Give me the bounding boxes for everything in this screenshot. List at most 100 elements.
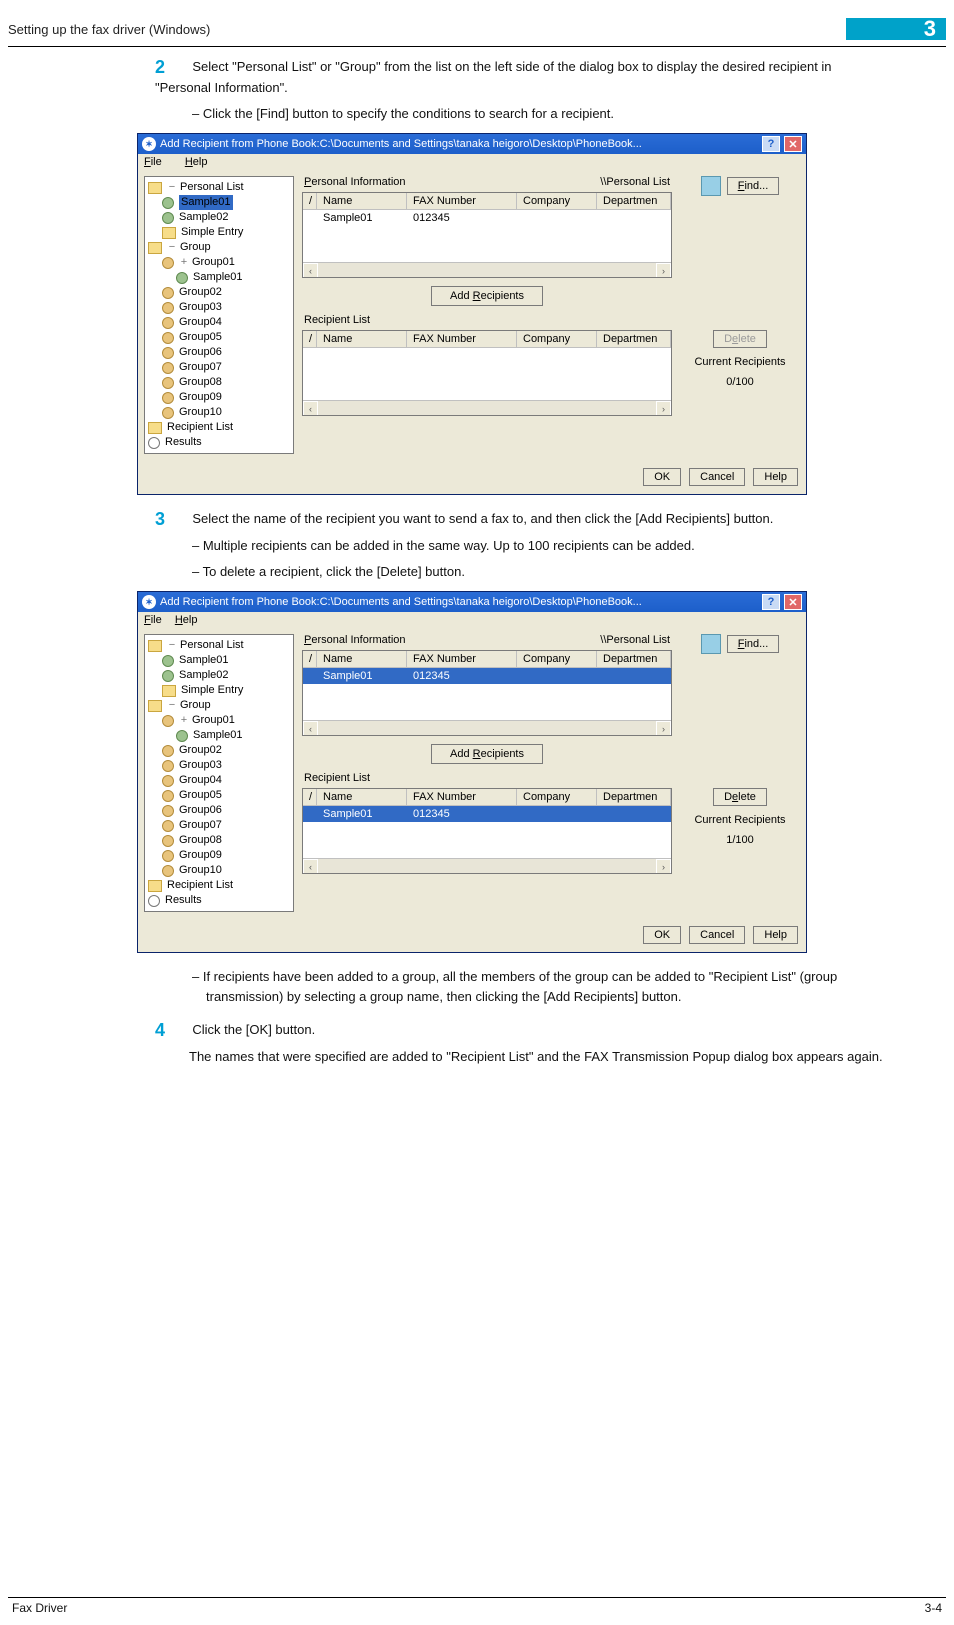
step-4-text: Click the [OK] button. — [192, 1022, 315, 1037]
step-3-number: 3 — [155, 509, 189, 530]
tree-personal-list[interactable]: −Personal List — [148, 180, 290, 195]
menu-help[interactable]: Help — [185, 156, 218, 168]
step-2-number: 2 — [155, 57, 189, 78]
step-4-paragraph: The names that were specified are added … — [189, 1047, 884, 1067]
col-dept[interactable]: Departmen — [597, 193, 671, 209]
tree-group07[interactable]: Group07 — [162, 818, 290, 833]
tree-group01-sample01[interactable]: Sample01 — [176, 728, 290, 743]
scroll-left-icon[interactable]: ‹ — [303, 263, 318, 278]
dialog-help-icon[interactable]: ? — [762, 136, 780, 152]
tree-group10[interactable]: Group10 — [162, 405, 290, 420]
tree-group10[interactable]: Group10 — [162, 863, 290, 878]
current-recipients-count: 1/100 — [726, 834, 754, 846]
tree-group02[interactable]: Group02 — [162, 285, 290, 300]
tree-recipient-list[interactable]: Recipient List — [148, 420, 290, 435]
menu-file[interactable]: File — [144, 614, 162, 626]
tree-group07[interactable]: Group07 — [162, 360, 290, 375]
tree-group03[interactable]: Group03 — [162, 758, 290, 773]
dialog-app-icon: ✶ — [142, 595, 156, 609]
footer-left: Fax Driver — [12, 1601, 67, 1615]
tree-group01[interactable]: +Group01 — [162, 255, 290, 270]
dialog-title: Add Recipient from Phone Book:C:\Documen… — [160, 596, 758, 608]
dialog-title: Add Recipient from Phone Book:C:\Documen… — [160, 138, 758, 150]
tree-personal-list[interactable]: −Personal List — [148, 638, 290, 653]
dialog-help-icon[interactable]: ? — [762, 594, 780, 610]
dialog-titlebar[interactable]: ✶ Add Recipient from Phone Book:C:\Docum… — [138, 592, 806, 612]
tree-group06[interactable]: Group06 — [162, 803, 290, 818]
recipient-list-box[interactable]: / Name FAX Number Company Departmen ‹ › — [302, 330, 672, 416]
step-2-bullet-1: Click the [Find] button to specify the c… — [192, 104, 884, 124]
delete-button[interactable]: Delete — [713, 330, 767, 348]
help-button[interactable]: Help — [753, 468, 798, 486]
phonebook-tree[interactable]: −Personal List Sample01 Sample02 Simple … — [144, 176, 294, 454]
list-scrollbar[interactable]: ‹› — [303, 720, 671, 735]
tree-simple-entry[interactable]: Simple Entry — [162, 683, 290, 698]
col-name[interactable]: Name — [317, 193, 407, 209]
tree-results[interactable]: Results — [148, 893, 290, 908]
close-icon[interactable]: ✕ — [784, 136, 802, 152]
personal-info-row-1[interactable]: Sample01 012345 — [303, 210, 671, 226]
tree-group03[interactable]: Group03 — [162, 300, 290, 315]
tree-group05[interactable]: Group05 — [162, 330, 290, 345]
list-scrollbar[interactable]: ‹ › — [303, 262, 671, 277]
scroll-right-icon[interactable]: › — [656, 401, 671, 416]
tree-group02[interactable]: Group02 — [162, 743, 290, 758]
col-sort[interactable]: / — [303, 193, 317, 209]
tree-group09[interactable]: Group09 — [162, 390, 290, 405]
tree-recipient-list[interactable]: Recipient List — [148, 878, 290, 893]
personal-info-row-1-selected[interactable]: Sample01 012345 — [303, 668, 671, 684]
find-button[interactable]: Find... — [727, 177, 780, 195]
add-recipients-button[interactable]: Add Recipients — [431, 286, 543, 306]
recipient-list-row-1[interactable]: Sample01 012345 — [303, 806, 671, 822]
col-company[interactable]: Company — [517, 193, 597, 209]
tree-sample01[interactable]: Sample01 — [162, 195, 290, 210]
tree-sample01[interactable]: Sample01 — [162, 653, 290, 668]
tree-group[interactable]: −Group — [148, 698, 290, 713]
find-button[interactable]: Find... — [727, 635, 780, 653]
cancel-button[interactable]: Cancel — [689, 468, 745, 486]
tree-group01-sample01[interactable]: Sample01 — [176, 270, 290, 285]
step-3-bullet-2: To delete a recipient, click the [Delete… — [192, 562, 884, 582]
recipient-scrollbar[interactable]: ‹ › — [303, 400, 671, 415]
recipient-scrollbar[interactable]: ‹› — [303, 858, 671, 873]
cancel-button[interactable]: Cancel — [689, 926, 745, 944]
add-recipients-button[interactable]: Add Recipients — [431, 744, 543, 764]
help-button[interactable]: Help — [753, 926, 798, 944]
tree-group06[interactable]: Group06 — [162, 345, 290, 360]
phonebook-tree[interactable]: −Personal List Sample01 Sample02 Simple … — [144, 634, 294, 912]
step-4-number: 4 — [155, 1020, 189, 1041]
tree-group04[interactable]: Group04 — [162, 773, 290, 788]
tree-group01[interactable]: +Group01 — [162, 713, 290, 728]
tree-results[interactable]: Results — [148, 435, 290, 450]
personal-info-list[interactable]: / Name FAX Number Company Departmen Samp… — [302, 650, 672, 736]
tree-group05[interactable]: Group05 — [162, 788, 290, 803]
tree-simple-entry[interactable]: Simple Entry — [162, 225, 290, 240]
personal-info-label: Personal Information — [304, 176, 406, 188]
tree-group[interactable]: −Group — [148, 240, 290, 255]
dialog-menubar[interactable]: File Help — [138, 154, 806, 170]
recipient-list-box[interactable]: / Name FAX Number Company Departmen Samp… — [302, 788, 672, 874]
close-icon[interactable]: ✕ — [784, 594, 802, 610]
tree-group09[interactable]: Group09 — [162, 848, 290, 863]
scroll-left-icon[interactable]: ‹ — [303, 401, 318, 416]
find-icon — [701, 634, 721, 654]
tree-group04[interactable]: Group04 — [162, 315, 290, 330]
menu-help[interactable]: Help — [175, 614, 198, 626]
add-recipient-dialog-1: ✶ Add Recipient from Phone Book:C:\Docum… — [137, 133, 807, 495]
tree-sample02[interactable]: Sample02 — [162, 210, 290, 225]
col-fax[interactable]: FAX Number — [407, 193, 517, 209]
scroll-right-icon[interactable]: › — [656, 263, 671, 278]
add-recipient-dialog-2: ✶ Add Recipient from Phone Book:C:\Docum… — [137, 591, 807, 953]
step-3-text: Select the name of the recipient you wan… — [192, 511, 773, 526]
tree-sample02[interactable]: Sample02 — [162, 668, 290, 683]
dialog-titlebar[interactable]: ✶ Add Recipient from Phone Book:C:\Docum… — [138, 134, 806, 154]
ok-button[interactable]: OK — [643, 468, 681, 486]
delete-button[interactable]: Delete — [713, 788, 767, 806]
personal-info-list[interactable]: / Name FAX Number Company Departmen Samp… — [302, 192, 672, 278]
tree-group08[interactable]: Group08 — [162, 375, 290, 390]
menu-file[interactable]: File — [144, 156, 172, 168]
dialog-menubar[interactable]: File Help — [138, 612, 806, 628]
step-3-bullet-1: Multiple recipients can be added in the … — [192, 536, 884, 556]
tree-group08[interactable]: Group08 — [162, 833, 290, 848]
ok-button[interactable]: OK — [643, 926, 681, 944]
